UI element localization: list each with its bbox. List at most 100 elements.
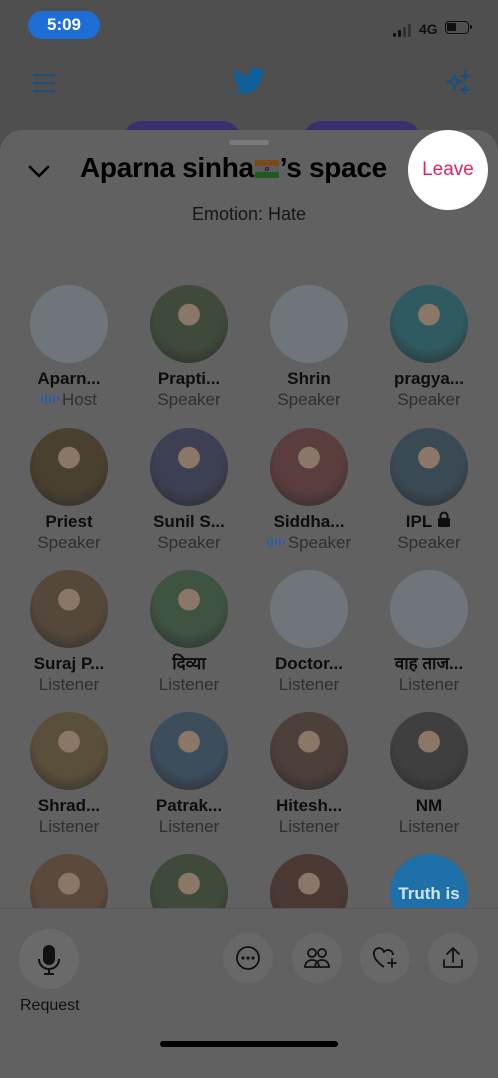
avatar xyxy=(30,428,108,506)
participant-name: Priest xyxy=(9,511,129,532)
participant-role: Speaker xyxy=(249,532,369,554)
participant-name-text: Patrak... xyxy=(155,796,223,815)
participant-name-text: Aparn... xyxy=(37,369,101,388)
participant-name: Prapti... xyxy=(129,368,249,389)
participant-role-text: Speaker xyxy=(157,390,221,409)
participant-name: वाह ताज... xyxy=(369,653,489,674)
participant-name: IPL xyxy=(369,511,489,532)
participant-role-text: Listener xyxy=(278,675,340,694)
participant[interactable]: Doctor... Listener xyxy=(249,570,369,696)
participant-name-text: Hitesh... xyxy=(275,796,343,815)
participant-role: Speaker xyxy=(369,389,489,411)
react-button[interactable] xyxy=(360,933,410,983)
bottom-bar: Request xyxy=(0,909,498,1078)
chevron-down-icon[interactable] xyxy=(27,163,51,184)
participant-role: Listener xyxy=(129,674,249,696)
participant-name: Shrad... xyxy=(9,795,129,816)
participant-name-text: Priest xyxy=(45,512,93,531)
twitter-bird-icon xyxy=(231,67,267,102)
participant-name-text: Shrad... xyxy=(37,796,101,815)
participant[interactable]: Shrin Speaker xyxy=(249,285,369,411)
participant-role: Listener xyxy=(249,674,369,696)
participant-role-text: Listener xyxy=(398,817,460,836)
avatar xyxy=(390,570,468,648)
participant-role-text: Speaker xyxy=(157,533,221,552)
avatar xyxy=(270,428,348,506)
participant-name: Shrin xyxy=(249,368,369,389)
participant[interactable]: Shrad... Listener xyxy=(9,712,129,838)
lock-icon xyxy=(438,511,451,527)
space-title: Aparna sinha ’s space xyxy=(80,152,387,184)
participant[interactable]: Prapti... Speaker xyxy=(129,285,249,411)
participant-role-text: Speaker xyxy=(37,533,101,552)
avatar xyxy=(150,712,228,790)
network-type: 4G xyxy=(419,21,438,37)
participant-name: NM xyxy=(369,795,489,816)
participant-name-text: Suraj P... xyxy=(33,654,105,673)
participant[interactable]: Patrak... Listener xyxy=(129,712,249,838)
status-bar: 5:09 4G xyxy=(0,0,498,52)
participant-name: Sunil S... xyxy=(129,511,249,532)
participant-name: Aparn... xyxy=(9,368,129,389)
participant-role: Listener xyxy=(369,816,489,838)
participant[interactable]: Priest Speaker xyxy=(9,428,129,554)
participant-role: Listener xyxy=(129,816,249,838)
participant-role-text: Listener xyxy=(158,675,220,694)
request-mic-button[interactable] xyxy=(19,929,79,989)
participant-name: Suraj P... xyxy=(9,653,129,674)
avatar xyxy=(390,712,468,790)
participant[interactable]: Hitesh... Listener xyxy=(249,712,369,838)
participant-name-text: Prapti... xyxy=(157,369,221,388)
participant-name-text: Siddha... xyxy=(273,512,345,531)
participant[interactable]: Siddha... Speaker xyxy=(249,428,369,554)
space-sheet: Aparna sinha’s space Emotion: Hate Aparn… xyxy=(0,130,498,1078)
more-button[interactable] xyxy=(223,933,273,983)
participant-name: Patrak... xyxy=(129,795,249,816)
participant[interactable]: Sunil S... Speaker xyxy=(129,428,249,554)
home-indicator[interactable] xyxy=(160,1041,338,1047)
participant-role-text: Listener xyxy=(398,675,460,694)
participant-name-text: Sunil S... xyxy=(153,512,225,531)
menu-icon[interactable] xyxy=(33,74,55,98)
leave-button[interactable]: Leave xyxy=(408,130,488,210)
more-icon xyxy=(236,946,260,970)
avatar xyxy=(30,570,108,648)
participant[interactable]: दिव्या Listener xyxy=(129,570,249,696)
participant-role-text: Speaker xyxy=(277,390,341,409)
participant-role: Speaker xyxy=(369,532,489,554)
participant-name-text: pragya... xyxy=(394,369,464,388)
participant-role: Listener xyxy=(9,816,129,838)
participant-name-text: दिव्या xyxy=(172,654,206,673)
avatar-text: Truth is xyxy=(398,884,460,903)
participant-name: Doctor... xyxy=(249,653,369,674)
participant-role-text: Listener xyxy=(38,675,100,694)
participant[interactable]: IPL Speaker xyxy=(369,428,489,554)
participant-role: Listener xyxy=(369,674,489,696)
avatar xyxy=(390,285,468,363)
participant[interactable]: pragya... Speaker xyxy=(369,285,489,411)
sparkle-icon[interactable] xyxy=(444,69,472,103)
share-button[interactable] xyxy=(428,933,478,983)
participant[interactable]: Aparn... Host xyxy=(9,285,129,411)
participants-button[interactable] xyxy=(292,933,342,983)
avatar xyxy=(150,285,228,363)
avatar xyxy=(270,712,348,790)
people-icon xyxy=(304,948,330,968)
participant[interactable]: Suraj P... Listener xyxy=(9,570,129,696)
sheet-grabber[interactable] xyxy=(229,140,269,145)
participant-name: pragya... xyxy=(369,368,489,389)
participant-name-text: NM xyxy=(415,796,443,815)
title-suffix: ’s space xyxy=(279,152,387,183)
participant-role: Listener xyxy=(249,816,369,838)
participant-role-text: Listener xyxy=(158,817,220,836)
share-icon xyxy=(443,947,463,968)
participant-role: Speaker xyxy=(129,532,249,554)
participant-role: Listener xyxy=(9,674,129,696)
speaking-wave-icon xyxy=(266,537,285,547)
avatar xyxy=(150,570,228,648)
battery-icon xyxy=(445,21,472,34)
participant[interactable]: NM Listener xyxy=(369,712,489,838)
participant-role: Host xyxy=(9,389,129,411)
participant-name: दिव्या xyxy=(129,653,249,674)
participant[interactable]: वाह ताज... Listener xyxy=(369,570,489,696)
